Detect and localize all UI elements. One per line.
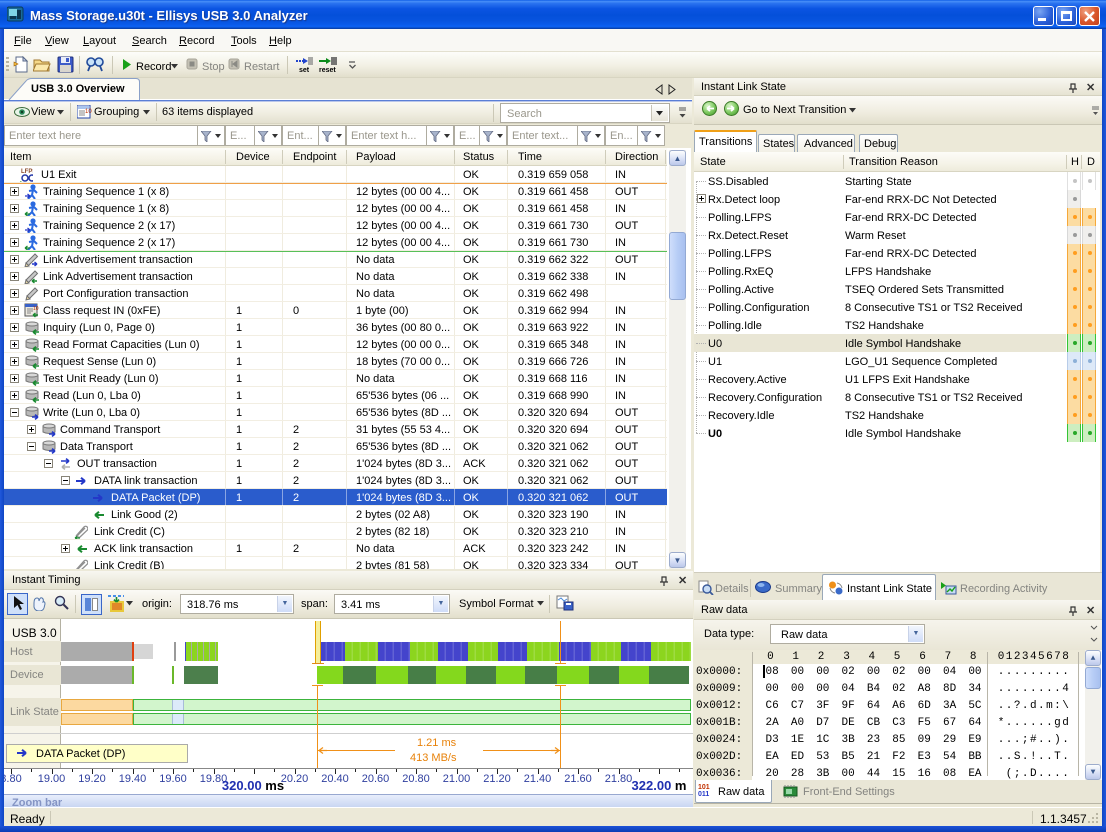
svg-text:set: set (299, 67, 310, 74)
svg-text:LFPS: LFPS (21, 169, 33, 175)
svg-text:reset: reset (319, 67, 336, 74)
svg-text:10: 10 (33, 306, 39, 312)
svg-text:10: 10 (85, 109, 92, 115)
